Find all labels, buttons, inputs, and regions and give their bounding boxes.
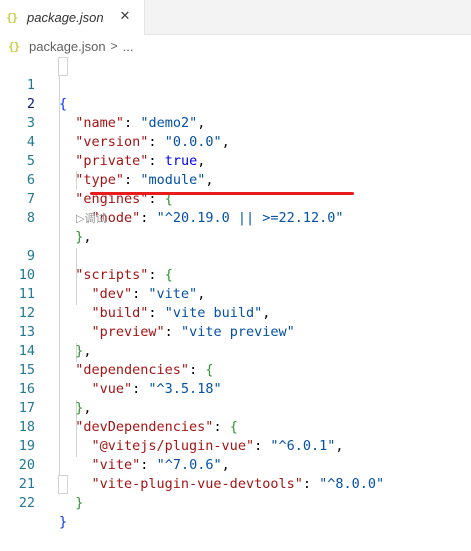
- code-line: 7 "node": "^20.19.0 || >=22.12.0": [0, 171, 471, 226]
- code-line: 6 "engines": {: [0, 152, 471, 207]
- brace: }: [75, 495, 84, 511]
- tab-bar: {} package.json ✕: [0, 0, 471, 35]
- chevron-right-icon: >: [110, 39, 118, 53]
- code-line: 5 "type": "module",: [0, 133, 471, 188]
- code-line: 20 "vite-plugin-vue-devtools": "^8.0.0": [0, 437, 471, 492]
- code-line: 9 "scripts": {: [0, 228, 471, 283]
- code-line: 11 "build": "vite build",: [0, 266, 471, 321]
- breadcrumb-more[interactable]: ...: [123, 39, 134, 54]
- code-line: 17 "devDependencies": {: [0, 380, 471, 435]
- code-line: 2 "name": "demo2",: [0, 76, 471, 131]
- code-editor[interactable]: 1 { 2 "name": "demo2", 3 "version": "0.0…: [0, 57, 471, 530]
- code-line: 16 },: [0, 361, 471, 416]
- code-line: 15 "vue": "^3.5.18": [0, 342, 471, 397]
- code-line: 14 "dependencies": {: [0, 323, 471, 378]
- code-line: 22 }: [0, 475, 471, 530]
- breadcrumb: {} package.json > ...: [0, 35, 471, 57]
- json-string: "^20.19.0 || >=22.12.0": [156, 210, 344, 226]
- code-line: 1 {: [0, 57, 471, 112]
- tab-label: package.json: [27, 10, 104, 25]
- brace: }: [59, 514, 68, 530]
- code-line: 21 }: [0, 456, 471, 511]
- breadcrumb-file[interactable]: package.json: [29, 39, 106, 54]
- json-file-icon: {}: [6, 11, 18, 24]
- json-file-icon: {}: [8, 39, 20, 53]
- code-line: 8 },: [0, 190, 471, 245]
- bracket-match-highlight: [58, 57, 68, 76]
- code-line: 19 "vite": "^7.0.6",: [0, 418, 471, 473]
- code-line: 4 "private": true,: [0, 114, 471, 169]
- bracket-match-highlight: [58, 475, 68, 494]
- code-line: 10 "dev": "vite",: [0, 247, 471, 302]
- code-line: 12 "preview": "vite preview": [0, 285, 471, 340]
- line-number: 8: [26, 210, 35, 226]
- code-line: 3 "version": "0.0.0",: [0, 95, 471, 150]
- code-line: 13 },: [0, 304, 471, 359]
- codelens-debug[interactable]: ▷调试: [76, 209, 106, 228]
- code-line: 18 "@vitejs/plugin-vue": "^6.0.1",: [0, 399, 471, 454]
- tab-package-json[interactable]: {} package.json ✕: [0, 0, 145, 35]
- close-icon[interactable]: ✕: [116, 8, 134, 26]
